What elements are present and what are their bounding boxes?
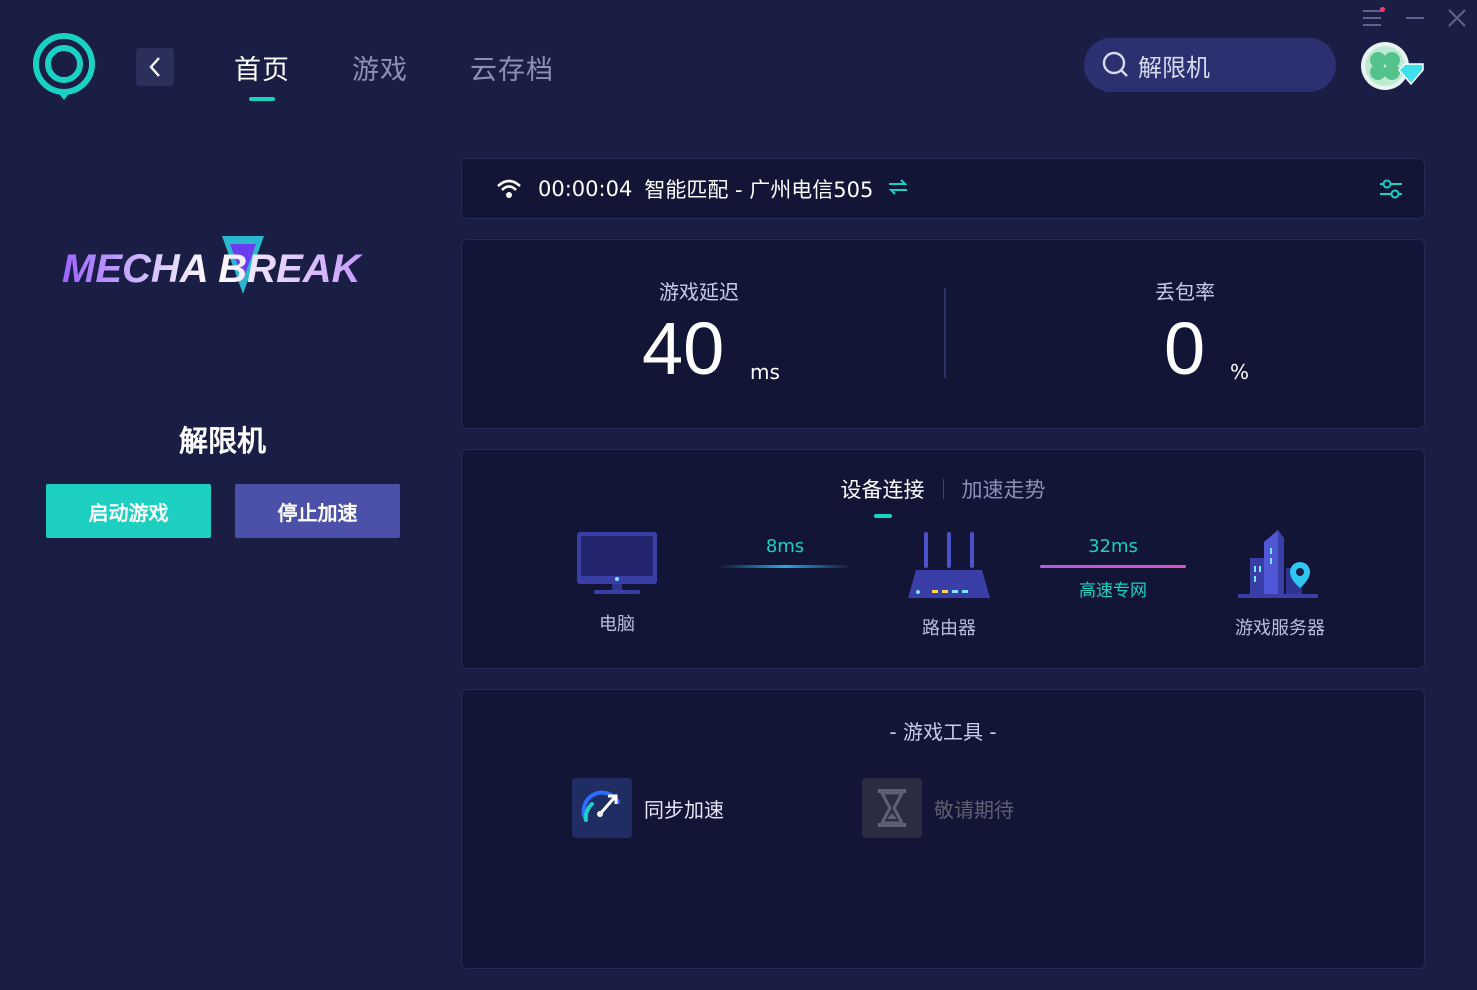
- speedometer-icon: [572, 778, 632, 838]
- router-server-latency: 32ms: [1088, 536, 1138, 557]
- router-icon: [908, 532, 990, 598]
- latency-value: 40: [642, 307, 725, 390]
- menu-icon[interactable]: [1361, 6, 1385, 30]
- router-node: 路由器: [906, 530, 992, 640]
- back-button[interactable]: [136, 48, 174, 86]
- device-connection-card: 设备连接 加速走势 电脑 8ms 路由器 32ms 高速专网 游戏服务器: [461, 449, 1425, 669]
- switch-route-icon[interactable]: [887, 177, 909, 201]
- pc-label: 电脑: [599, 614, 635, 635]
- tools-title: - 游戏工具 -: [889, 720, 997, 744]
- coming-soon-label: 敬请期待: [934, 797, 1014, 822]
- server-label: 游戏服务器: [1235, 618, 1325, 639]
- latency-unit: ms: [750, 360, 780, 384]
- pc-router-latency: 8ms: [765, 536, 805, 557]
- game-logo-text: MECHA BREAK: [62, 247, 364, 291]
- search-icon: [1102, 51, 1128, 77]
- tab-boost-trend[interactable]: 加速走势: [962, 474, 1046, 504]
- avatar[interactable]: [1359, 40, 1425, 92]
- packet-loss-stat: 丢包率 0 %: [944, 240, 1426, 430]
- sync-boost-tool[interactable]: 同步加速: [572, 778, 724, 838]
- search-input[interactable]: 解限机: [1084, 38, 1336, 92]
- settings-sliders-icon[interactable]: [1378, 177, 1404, 205]
- server-node: 游戏服务器: [1230, 528, 1330, 640]
- minimize-icon[interactable]: [1403, 6, 1427, 30]
- stats-card: 游戏延迟 40 ms 丢包率 0 %: [461, 239, 1425, 429]
- boost-duration: 00:00:04: [538, 176, 633, 201]
- app-logo-icon: [32, 32, 96, 102]
- router-label: 路由器: [922, 618, 976, 639]
- wifi-icon: [497, 179, 521, 198]
- chevron-left-icon: [149, 57, 160, 77]
- router-server-link: 32ms 高速专网: [1040, 536, 1186, 601]
- pc-router-link: 8ms: [718, 536, 852, 568]
- packet-loss-label: 丢包率: [1155, 280, 1215, 304]
- tab-home[interactable]: 首页: [234, 48, 290, 87]
- tab-device-connection[interactable]: 设备连接: [841, 474, 925, 504]
- pc-node: 电脑: [574, 530, 660, 636]
- stop-boost-button[interactable]: 停止加速: [235, 484, 400, 538]
- route-label: 智能匹配 - 广州电信505: [644, 177, 874, 202]
- coming-soon-tool: 敬请期待: [862, 778, 1014, 838]
- tab-separator: [942, 479, 944, 499]
- latency-stat: 游戏延迟 40 ms: [462, 240, 944, 430]
- close-icon[interactable]: [1445, 6, 1469, 30]
- start-game-button[interactable]: 启动游戏: [46, 484, 211, 538]
- game-logo: MECHA BREAK: [52, 230, 402, 306]
- computer-icon: [577, 532, 657, 594]
- game-tools-card: - 游戏工具 - 同步加速 敬请期待: [461, 689, 1425, 969]
- main-nav: 首页 游戏 云存档: [234, 48, 554, 87]
- router-server-line: [1040, 565, 1186, 568]
- tab-games[interactable]: 游戏: [352, 48, 408, 87]
- packet-loss-value: 0: [1164, 307, 1206, 390]
- tab-cloud-save[interactable]: 云存档: [470, 48, 554, 87]
- pc-router-line: [718, 565, 852, 568]
- latency-label: 游戏延迟: [659, 280, 739, 304]
- game-title: 解限机: [178, 424, 266, 458]
- connection-bar: 00:00:04 智能匹配 - 广州电信505: [461, 158, 1425, 219]
- sync-boost-label: 同步加速: [644, 797, 724, 822]
- packet-loss-unit: %: [1230, 360, 1250, 384]
- window-controls: [1361, 6, 1469, 30]
- game-server-icon: [1238, 530, 1318, 598]
- dedicated-network-label: 高速专网: [1079, 581, 1147, 601]
- hourglass-icon: [862, 778, 922, 838]
- device-tabs: 设备连接 加速走势: [462, 474, 1424, 504]
- search-value: 解限机: [1138, 53, 1210, 82]
